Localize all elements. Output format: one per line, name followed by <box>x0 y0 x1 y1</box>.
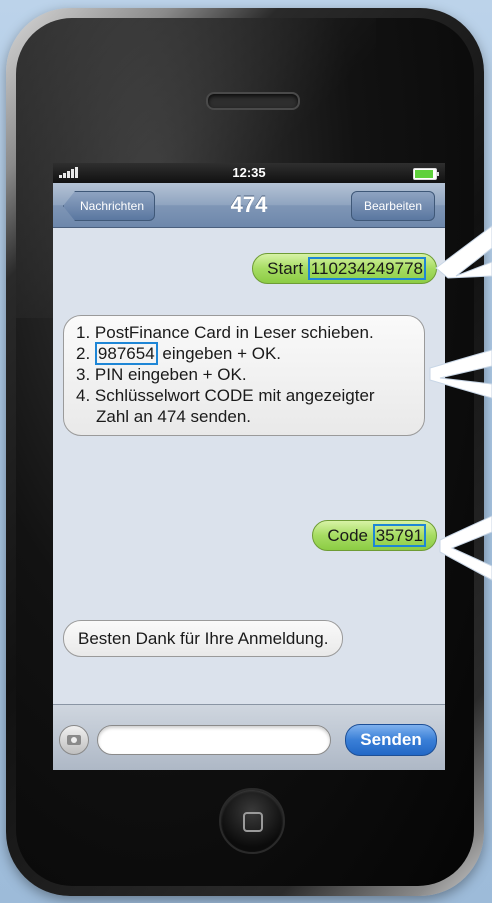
navigation-bar: Nachrichten 474 Bearbeiten <box>53 183 445 228</box>
highlighted-number: 35791 <box>372 524 426 547</box>
battery-icon <box>413 168 439 180</box>
outgoing-message: Code 35791 <box>312 520 437 551</box>
message-input[interactable] <box>97 725 331 755</box>
edit-button[interactable]: Bearbeiten <box>350 191 435 221</box>
status-time: 12:35 <box>232 165 266 180</box>
home-square-icon <box>243 812 263 832</box>
composer-bar: Senden <box>53 704 445 770</box>
incoming-message: 1. PostFinance Card in Leser schieben. 2… <box>63 315 425 436</box>
status-bar: 12:35 <box>53 163 445 183</box>
earpiece-speaker <box>206 92 300 110</box>
message-thread[interactable]: Start 110234249778 1. PostFinance Card i… <box>53 228 445 706</box>
instruction-line-3: 3. PIN eingeben + OK. <box>76 365 247 384</box>
camera-icon <box>67 735 81 745</box>
highlighted-number: 987654 <box>94 342 158 365</box>
instruction-line-4: 4. Schlüsselwort CODE mit angezeigter <box>76 386 375 405</box>
message-prefix: Start <box>267 259 304 278</box>
phone-screen: 12:35 Nachrichten 474 Bearbeiten Start 1… <box>53 163 445 770</box>
message-text: Besten Dank für Ihre Anmeldung. <box>78 629 329 648</box>
instruction-line-5: Zahl an 474 senden. <box>96 407 252 426</box>
incoming-message: Besten Dank für Ihre Anmeldung. <box>63 620 344 657</box>
camera-button[interactable] <box>59 725 89 755</box>
send-button[interactable]: Senden <box>345 724 437 756</box>
instruction-line-2: 2. 987654 eingeben + OK. <box>76 342 282 365</box>
instruction-line-1: 1. PostFinance Card in Leser schieben. <box>76 323 374 342</box>
message-prefix: Code <box>327 526 368 545</box>
home-button[interactable] <box>219 788 285 854</box>
outgoing-message: Start 110234249778 <box>252 253 437 284</box>
highlighted-number: 110234249778 <box>307 257 426 280</box>
